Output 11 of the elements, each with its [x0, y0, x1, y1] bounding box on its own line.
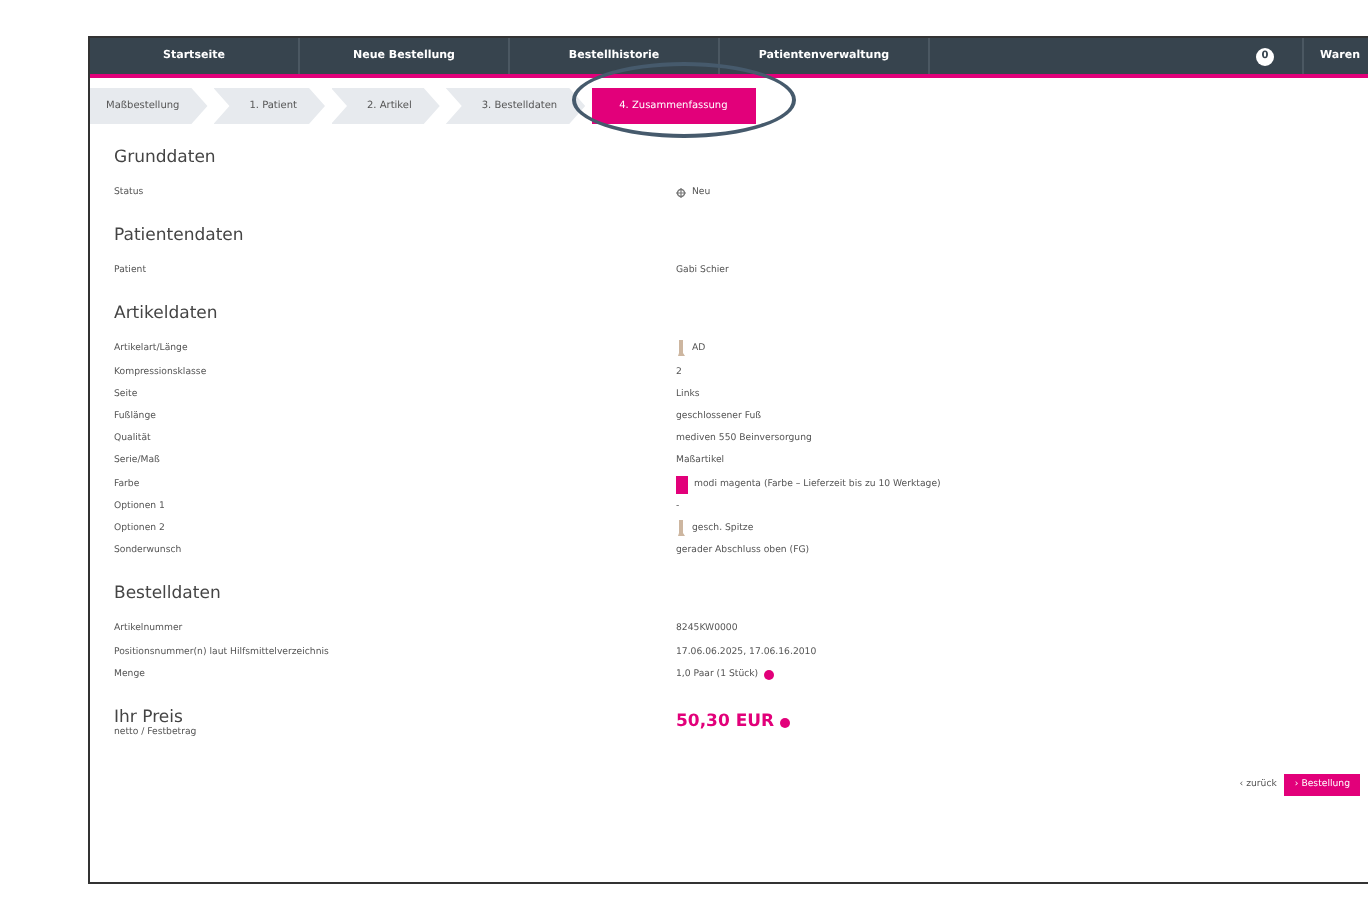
info-icon[interactable]	[780, 717, 791, 728]
stocking-thumbnail-icon	[676, 340, 686, 359]
price-heading: Ihr Preis	[114, 707, 183, 728]
price-value: 50,30 EUR	[676, 712, 775, 733]
section-heading: Artikeldaten	[114, 304, 220, 325]
section-heading: Patientendaten	[114, 226, 246, 247]
status-icon	[676, 188, 686, 199]
section-heading: Grunddaten	[114, 148, 218, 168]
section-heading: Bestelldaten	[114, 584, 223, 605]
info-icon[interactable]	[764, 669, 775, 680]
stocking-thumbnail-icon	[676, 519, 686, 538]
